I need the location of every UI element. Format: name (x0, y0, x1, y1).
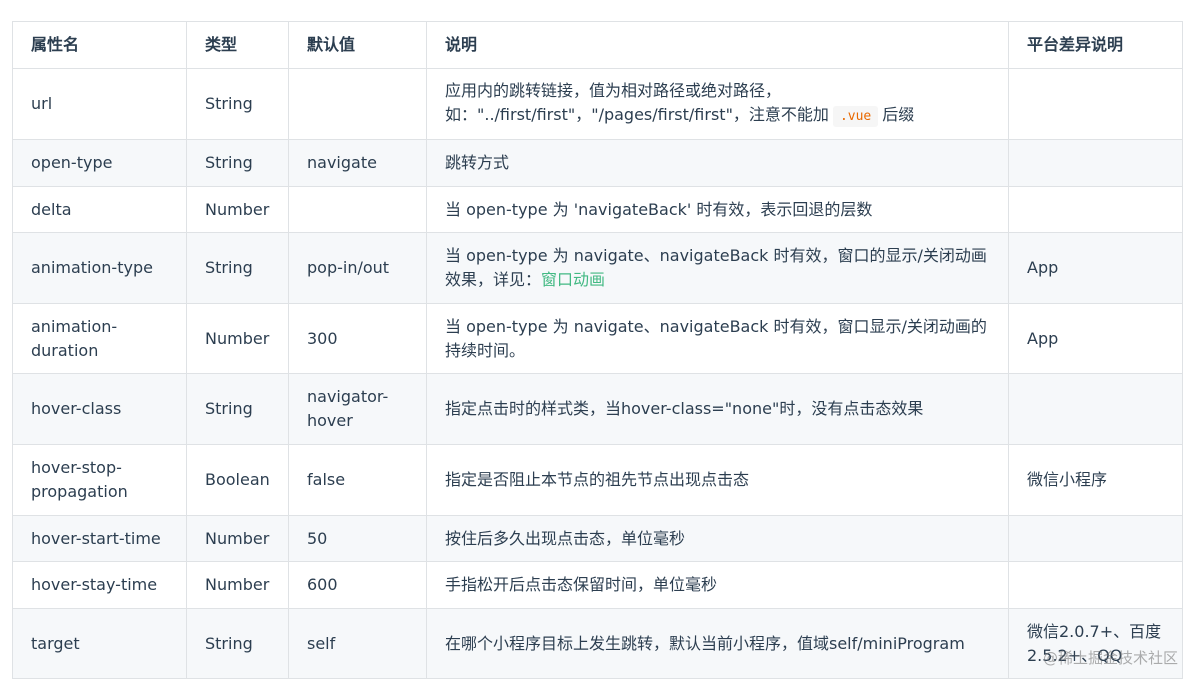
header-attribute-name: 属性名 (12, 21, 187, 69)
table-row: animation-duration Number 300 当 open-typ… (12, 303, 1183, 374)
description-text: 应用内的跳转链接，值为相对路径或绝对路径， (445, 81, 782, 100)
cell-name: url (12, 68, 187, 140)
cell-default (288, 186, 427, 233)
cell-name: hover-stop-propagation (12, 444, 187, 516)
cell-name: delta (12, 186, 187, 233)
header-description: 说明 (426, 21, 1009, 69)
cell-default: navigator-hover (288, 373, 427, 445)
cell-platform (1008, 186, 1183, 233)
header-type: 类型 (186, 21, 289, 69)
cell-default (288, 68, 427, 140)
table-row: delta Number 当 open-type 为 'navigateBack… (12, 186, 1183, 233)
table-row: hover-stay-time Number 600 手指松开后点击态保留时间，… (12, 561, 1183, 609)
cell-description: 按住后多久出现点击态，单位毫秒 (426, 515, 1009, 562)
cell-description: 当 open-type 为 'navigateBack' 时有效，表示回退的层数 (426, 186, 1009, 233)
cell-default: self (288, 608, 427, 679)
cell-default: pop-in/out (288, 232, 427, 304)
cell-type: Number (186, 561, 289, 609)
table-row: animation-type String pop-in/out 当 open-… (12, 232, 1183, 304)
cell-platform (1008, 139, 1183, 187)
cell-description: 当 open-type 为 navigate、navigateBack 时有效，… (426, 303, 1009, 374)
inline-code: .vue (832, 106, 879, 127)
window-animation-link[interactable]: 窗口动画 (541, 270, 605, 289)
cell-platform: App (1008, 232, 1183, 304)
cell-platform (1008, 373, 1183, 445)
cell-type: Number (186, 303, 289, 374)
table-header-row: 属性名 类型 默认值 说明 平台差异说明 (12, 21, 1183, 69)
table-row: hover-stop-propagation Boolean false 指定是… (12, 444, 1183, 516)
cell-type: Number (186, 515, 289, 562)
cell-description: 指定点击时的样式类，当hover-class="none"时，没有点击态效果 (426, 373, 1009, 445)
cell-default: 50 (288, 515, 427, 562)
description-text: 如："../first/first"，"/pages/first/first"，… (445, 105, 829, 124)
cell-type: String (186, 608, 289, 679)
cell-type: String (186, 373, 289, 445)
cell-type: Boolean (186, 444, 289, 516)
table-row: hover-class String navigator-hover 指定点击时… (12, 373, 1183, 445)
properties-table: 属性名 类型 默认值 说明 平台差异说明 url String 应用内的跳转链接… (12, 21, 1183, 679)
cell-default: 600 (288, 561, 427, 609)
table-row: url String 应用内的跳转链接，值为相对路径或绝对路径， 如："../f… (12, 68, 1183, 140)
cell-description: 手指松开后点击态保留时间，单位毫秒 (426, 561, 1009, 609)
cell-platform: App (1008, 303, 1183, 374)
cell-platform (1008, 515, 1183, 562)
cell-default: 300 (288, 303, 427, 374)
cell-platform: 微信小程序 (1008, 444, 1183, 516)
description-text: 当 open-type 为 navigate、navigateBack 时有效，… (445, 246, 987, 289)
description-text: 后缀 (882, 105, 915, 124)
cell-name: hover-class (12, 373, 187, 445)
cell-description: 当 open-type 为 navigate、navigateBack 时有效，… (426, 232, 1009, 304)
cell-type: String (186, 232, 289, 304)
cell-type: String (186, 68, 289, 140)
table-row: hover-start-time Number 50 按住后多久出现点击态，单位… (12, 515, 1183, 562)
cell-name: open-type (12, 139, 187, 187)
cell-default: false (288, 444, 427, 516)
cell-default: navigate (288, 139, 427, 187)
cell-platform (1008, 68, 1183, 140)
cell-name: animation-duration (12, 303, 187, 374)
cell-platform: 微信2.0.7+、百度2.5.2+、QQ (1008, 608, 1183, 679)
cell-name: target (12, 608, 187, 679)
cell-name: animation-type (12, 232, 187, 304)
table-row: target String self 在哪个小程序目标上发生跳转，默认当前小程序… (12, 608, 1183, 679)
cell-description: 跳转方式 (426, 139, 1009, 187)
cell-description: 应用内的跳转链接，值为相对路径或绝对路径， 如："../first/first"… (426, 68, 1009, 140)
cell-name: hover-start-time (12, 515, 187, 562)
cell-type: Number (186, 186, 289, 233)
header-default-value: 默认值 (288, 21, 427, 69)
header-platform-notes: 平台差异说明 (1008, 21, 1183, 69)
cell-description: 指定是否阻止本节点的祖先节点出现点击态 (426, 444, 1009, 516)
cell-description: 在哪个小程序目标上发生跳转，默认当前小程序，值域self/miniProgram (426, 608, 1009, 679)
table-row: open-type String navigate 跳转方式 (12, 139, 1183, 187)
cell-platform (1008, 561, 1183, 609)
cell-name: hover-stay-time (12, 561, 187, 609)
cell-type: String (186, 139, 289, 187)
watermark: @稀土掘金技术社区 (1042, 649, 1178, 667)
